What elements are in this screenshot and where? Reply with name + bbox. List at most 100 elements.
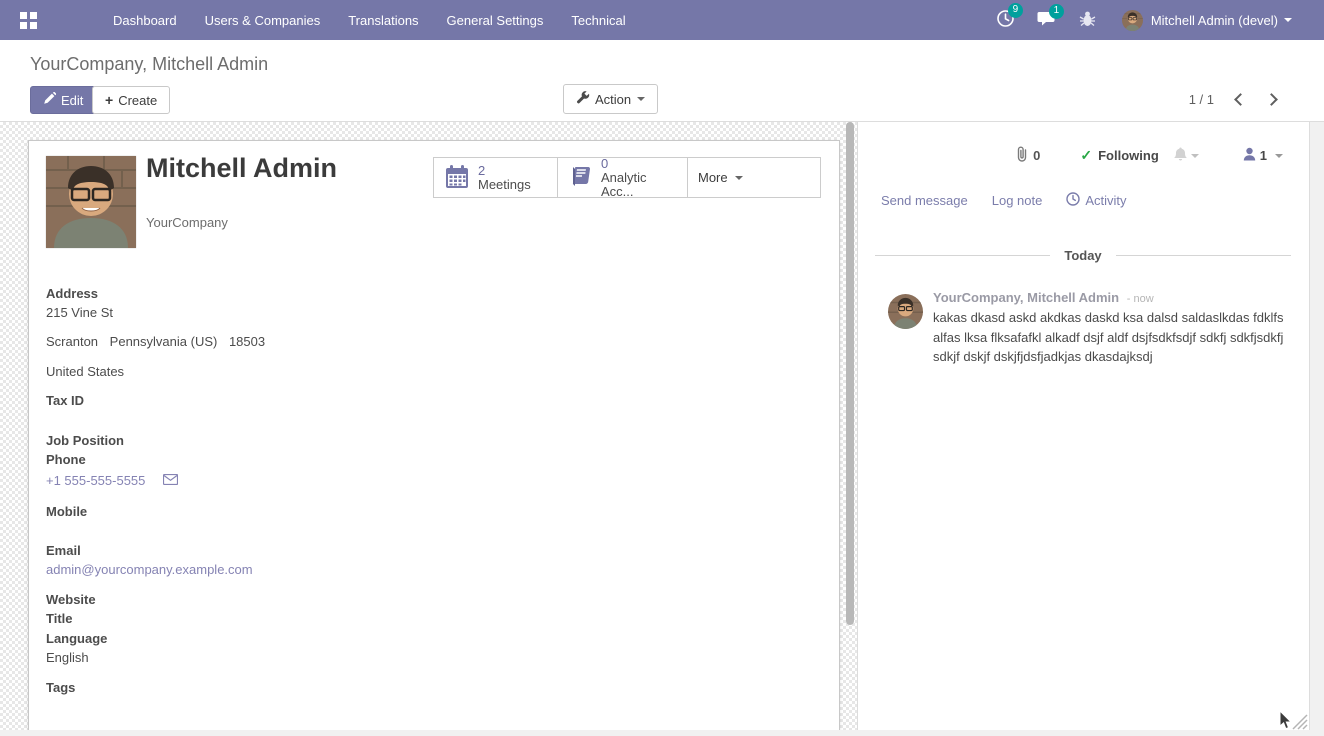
website-field-label: Website — [46, 590, 96, 609]
chevron-down-icon — [637, 97, 645, 101]
activities-button[interactable]: 9 — [996, 9, 1015, 31]
tags-field-label: Tags — [46, 678, 75, 697]
pager: 1 / 1 — [1189, 92, 1276, 107]
plus-icon: + — [105, 92, 113, 108]
date-separator-label: Today — [1050, 248, 1115, 263]
user-name: Mitchell Admin (devel) — [1151, 13, 1278, 28]
phone-row: +1 555-555-5555 — [46, 471, 178, 490]
bottom-scrollbar-gutter — [0, 730, 1310, 736]
activity-label: Activity — [1085, 193, 1126, 208]
clock-icon — [1066, 192, 1085, 209]
message-author[interactable]: YourCompany, Mitchell Admin — [933, 290, 1119, 305]
analytic-label: Analytic Acc... — [601, 171, 677, 199]
paperclip-icon — [1016, 146, 1028, 165]
bug-icon — [1079, 10, 1096, 31]
wrench-icon — [576, 91, 595, 108]
message-body: kakas dkasd askd akdkas daskd ksa dalsd … — [933, 308, 1287, 367]
more-label: More — [698, 170, 728, 185]
book-icon — [568, 164, 593, 191]
chevron-down-icon — [1284, 18, 1292, 22]
menu-technical[interactable]: Technical — [557, 2, 639, 39]
country-value: United States — [46, 362, 124, 381]
job-position-field-label: Job Position — [46, 431, 124, 450]
create-label: Create — [118, 93, 157, 108]
phone-link[interactable]: +1 555-555-5555 — [46, 473, 145, 488]
street-value: 215 Vine St — [46, 303, 113, 322]
following-button[interactable]: ✓ Following — [1080, 147, 1158, 164]
title-field-label: Title — [46, 609, 73, 628]
form-sheet-background: Mitchell Admin YourCompany 2 Meetings — [0, 122, 857, 730]
subscription-dropdown[interactable] — [1173, 146, 1199, 165]
chatter-message: YourCompany, Mitchell Admin - now kakas … — [888, 290, 1283, 367]
record-company-link[interactable]: YourCompany — [146, 215, 228, 230]
pager-next-icon[interactable] — [1265, 93, 1278, 106]
control-panel: YourCompany, Mitchell Admin Edit + Creat… — [0, 40, 1324, 122]
resize-grip-icon[interactable] — [1290, 712, 1308, 733]
meetings-count: 2 — [478, 164, 531, 178]
more-dropdown-button[interactable]: More — [687, 157, 821, 198]
send-message-button[interactable]: Send message — [881, 193, 968, 208]
phone-field-label: Phone — [46, 450, 86, 469]
city-value: Scranton — [46, 334, 98, 349]
sms-envelope-icon[interactable] — [163, 473, 178, 488]
state-value: Pennsylvania (US) — [110, 334, 218, 349]
language-value: English — [46, 648, 89, 667]
bell-icon — [1173, 146, 1188, 165]
right-scrollbar-gutter[interactable] — [1309, 122, 1324, 736]
message-timestamp: - now — [1127, 293, 1154, 305]
activity-count-badge: 9 — [1008, 3, 1023, 18]
email-link[interactable]: admin@yourcompany.example.com — [46, 562, 253, 577]
analytic-count: 0 — [601, 157, 677, 171]
analytic-accounts-stat-button[interactable]: 0 Analytic Acc... — [557, 157, 688, 198]
chatter-toolbar: 0 ✓ Following 1 — [1016, 146, 1283, 165]
chevron-down-icon — [1275, 154, 1283, 158]
menu-dashboard[interactable]: Dashboard — [99, 2, 191, 39]
main-menu-bar: Dashboard Users & Companies Translations… — [99, 2, 640, 39]
user-icon — [1243, 147, 1256, 164]
messages-button[interactable]: 1 — [1037, 10, 1057, 31]
edit-label: Edit — [61, 93, 83, 108]
chevron-down-icon — [735, 176, 743, 180]
chatter-actions: Send message Log note Activity — [881, 192, 1151, 209]
meetings-stat-button[interactable]: 2 Meetings — [433, 157, 558, 198]
check-icon: ✓ — [1080, 147, 1092, 164]
contact-photo[interactable] — [46, 156, 136, 248]
address-field-label: Address — [46, 284, 98, 303]
edit-button[interactable]: Edit — [30, 86, 96, 114]
action-dropdown-button[interactable]: Action — [563, 84, 658, 114]
breadcrumb: YourCompany, Mitchell Admin — [30, 54, 268, 75]
date-separator: Today — [875, 248, 1291, 263]
email-field-label: Email — [46, 541, 81, 560]
log-note-button[interactable]: Log note — [992, 193, 1043, 208]
menu-users-companies[interactable]: Users & Companies — [191, 2, 335, 39]
menu-translations[interactable]: Translations — [334, 2, 432, 39]
meetings-label: Meetings — [478, 178, 531, 192]
follower-count: 1 — [1260, 148, 1267, 163]
create-button[interactable]: + Create — [92, 86, 170, 114]
apps-menu-icon[interactable] — [20, 12, 37, 29]
followers-dropdown[interactable]: 1 — [1243, 147, 1283, 164]
zip-value: 18503 — [229, 334, 265, 349]
form-sheet: Mitchell Admin YourCompany 2 Meetings — [28, 140, 840, 730]
message-count-badge: 1 — [1049, 4, 1064, 19]
tax-id-field-label: Tax ID — [46, 391, 84, 410]
chevron-down-icon — [1191, 154, 1199, 158]
message-author-avatar — [888, 294, 923, 329]
schedule-activity-button[interactable]: Activity — [1066, 192, 1126, 209]
attachments-button[interactable]: 0 — [1016, 146, 1040, 165]
form-scrollbar-thumb[interactable] — [846, 122, 854, 625]
mobile-field-label: Mobile — [46, 502, 87, 521]
menu-general-settings[interactable]: General Settings — [433, 2, 558, 39]
stat-button-group: 2 Meetings 0 Analytic Acc... — [433, 157, 821, 198]
record-name: Mitchell Admin — [146, 153, 337, 184]
chatter-panel: 0 ✓ Following 1 — [857, 122, 1309, 730]
odoo-backend-page: Dashboard Users & Companies Translations… — [0, 0, 1324, 736]
top-navbar: Dashboard Users & Companies Translations… — [0, 0, 1324, 40]
language-field-label: Language — [46, 629, 107, 648]
user-menu[interactable]: Mitchell Admin (devel) — [1122, 10, 1292, 31]
debug-button[interactable] — [1079, 10, 1096, 31]
pager-previous-icon[interactable] — [1234, 93, 1247, 106]
pager-count: 1 / 1 — [1189, 92, 1214, 107]
action-label: Action — [595, 92, 631, 107]
calendar-icon — [444, 164, 470, 192]
